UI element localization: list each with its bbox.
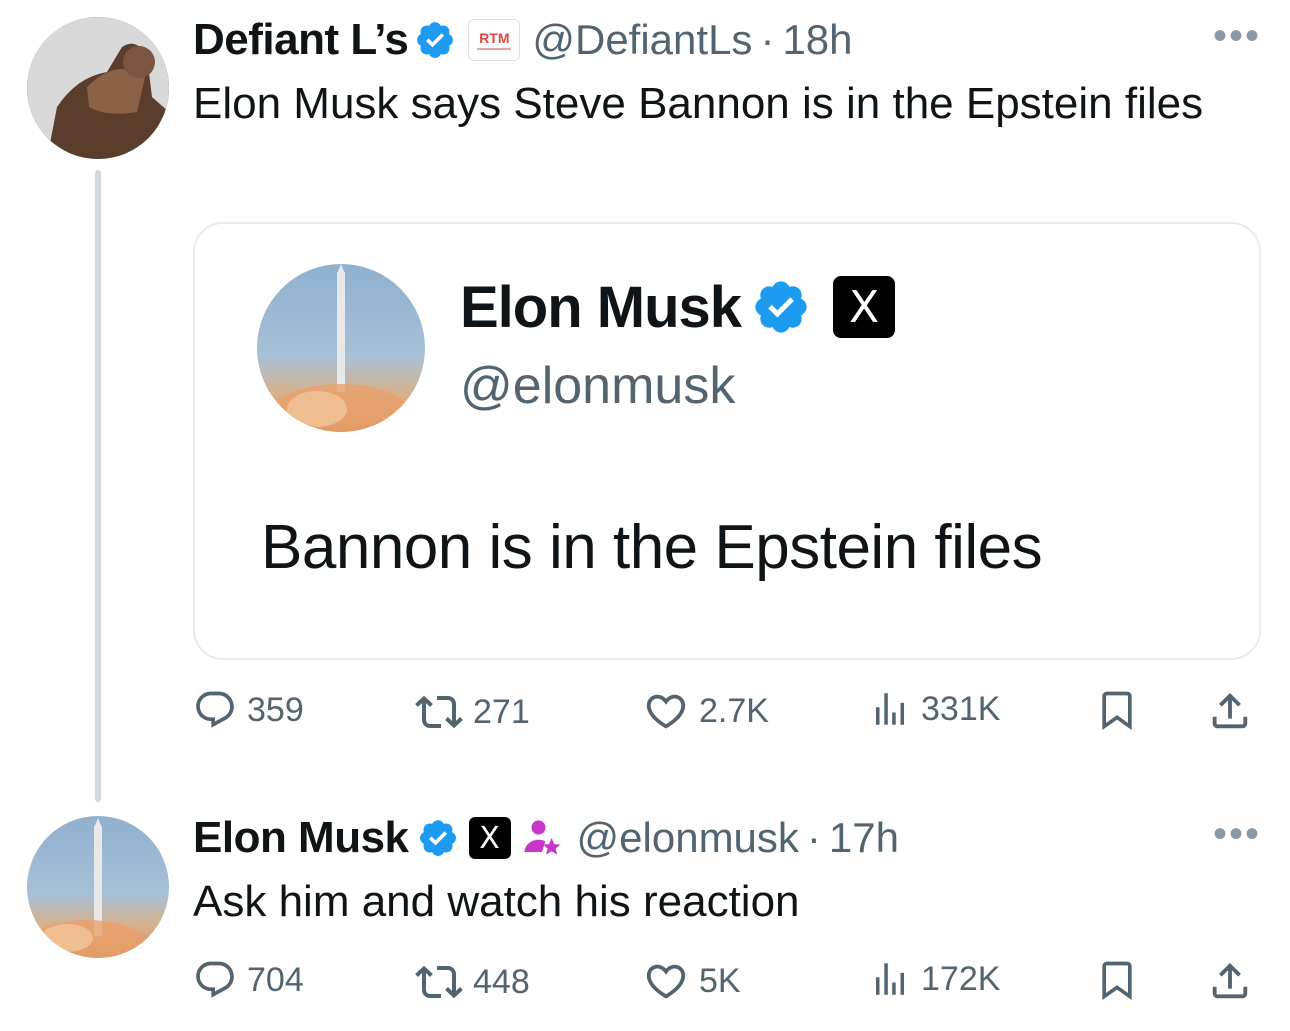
author-name[interactable]: Elon Musk xyxy=(193,813,409,863)
like-count: 2.7K xyxy=(699,691,769,730)
repost-button[interactable]: 448 xyxy=(415,958,530,1006)
org-badge-label: RTM xyxy=(479,29,510,46)
reply-icon xyxy=(196,961,234,998)
bookmark-button[interactable] xyxy=(1095,688,1139,732)
tweet2-header: Elon Musk X @elonmusk · 17h xyxy=(193,810,899,866)
author-handle[interactable]: @DefiantLs xyxy=(532,16,752,64)
tweet2-actions: 704 448 5K 172K xyxy=(193,958,1263,1008)
quoted-header: Elon Musk X xyxy=(460,272,896,342)
tweet2-text: Ask him and watch his reaction xyxy=(193,877,800,926)
share-button[interactable] xyxy=(1207,688,1253,734)
bookmark-button[interactable] xyxy=(1095,958,1139,1002)
separator-dot: · xyxy=(760,16,775,63)
bookmark-icon xyxy=(1102,961,1132,1001)
author-name[interactable]: Defiant L’s xyxy=(193,15,409,65)
like-icon xyxy=(646,964,686,999)
views-count: 331K xyxy=(921,689,1001,728)
views-icon xyxy=(876,963,904,995)
rocket-launch-image xyxy=(27,818,147,958)
tweet1-actions: 359 271 2.7K 331K xyxy=(193,688,1263,738)
reply-count: 704 xyxy=(247,960,304,999)
x-logo-icon: X xyxy=(848,281,880,333)
reply-icon xyxy=(196,691,234,728)
quoted-tweet-card[interactable]: Elon Musk X @elonmusk Bannon is in the E… xyxy=(193,222,1261,660)
separator-dot: · xyxy=(806,814,821,861)
subscriber-badge-icon xyxy=(521,817,563,859)
author-handle[interactable]: @elonmusk xyxy=(577,814,799,862)
like-button[interactable]: 2.7K xyxy=(643,688,769,734)
views-count: 172K xyxy=(921,959,1001,998)
like-icon xyxy=(646,694,686,729)
avatar-elonmusk[interactable] xyxy=(27,816,169,958)
statue-image xyxy=(27,17,169,159)
share-icon xyxy=(1212,962,1248,999)
repost-button[interactable]: 271 xyxy=(415,688,530,736)
quoted-avatar xyxy=(257,264,425,432)
reply-button[interactable]: 704 xyxy=(193,958,304,1002)
like-count: 5K xyxy=(699,961,741,1000)
verified-badge-icon xyxy=(417,817,459,859)
repost-count: 271 xyxy=(473,692,530,731)
org-badge-underline xyxy=(477,47,512,50)
quoted-author-name: Elon Musk xyxy=(460,274,742,340)
x-logo-icon: X xyxy=(479,820,500,856)
like-button[interactable]: 5K xyxy=(643,958,741,1004)
views-icon xyxy=(876,693,904,725)
verified-badge-icon xyxy=(751,277,811,337)
verified-badge-icon xyxy=(414,19,456,61)
thread-connector xyxy=(95,170,101,802)
repost-icon xyxy=(415,965,463,999)
views-button[interactable]: 172K xyxy=(869,958,1000,1000)
x-affiliation-badge[interactable]: X xyxy=(468,817,511,859)
share-icon xyxy=(1212,692,1248,729)
repost-count: 448 xyxy=(473,962,530,1001)
share-button[interactable] xyxy=(1207,958,1253,1004)
more-icon[interactable]: ••• xyxy=(1213,812,1261,857)
quoted-handle: @elonmusk xyxy=(460,357,736,415)
bookmark-icon xyxy=(1102,691,1132,731)
reply-button[interactable]: 359 xyxy=(193,688,304,732)
rocket-launch-image xyxy=(271,264,411,432)
tweet1-text: Elon Musk says Steve Bannon is in the Ep… xyxy=(193,79,1204,128)
org-badge[interactable]: RTM xyxy=(468,19,521,61)
tweet1-header: Defiant L’s RTM @DefiantLs · 18h xyxy=(193,12,853,68)
reply-count: 359 xyxy=(247,690,304,729)
quoted-text: Bannon is in the Epstein files xyxy=(261,513,1043,582)
avatar-defiantls[interactable] xyxy=(27,17,169,159)
repost-icon xyxy=(415,695,463,729)
views-button[interactable]: 331K xyxy=(869,688,1000,730)
x-affiliation-badge: X xyxy=(833,276,896,338)
timestamp[interactable]: 18h xyxy=(782,16,852,64)
timestamp[interactable]: 17h xyxy=(829,814,899,862)
more-icon[interactable]: ••• xyxy=(1213,14,1261,59)
